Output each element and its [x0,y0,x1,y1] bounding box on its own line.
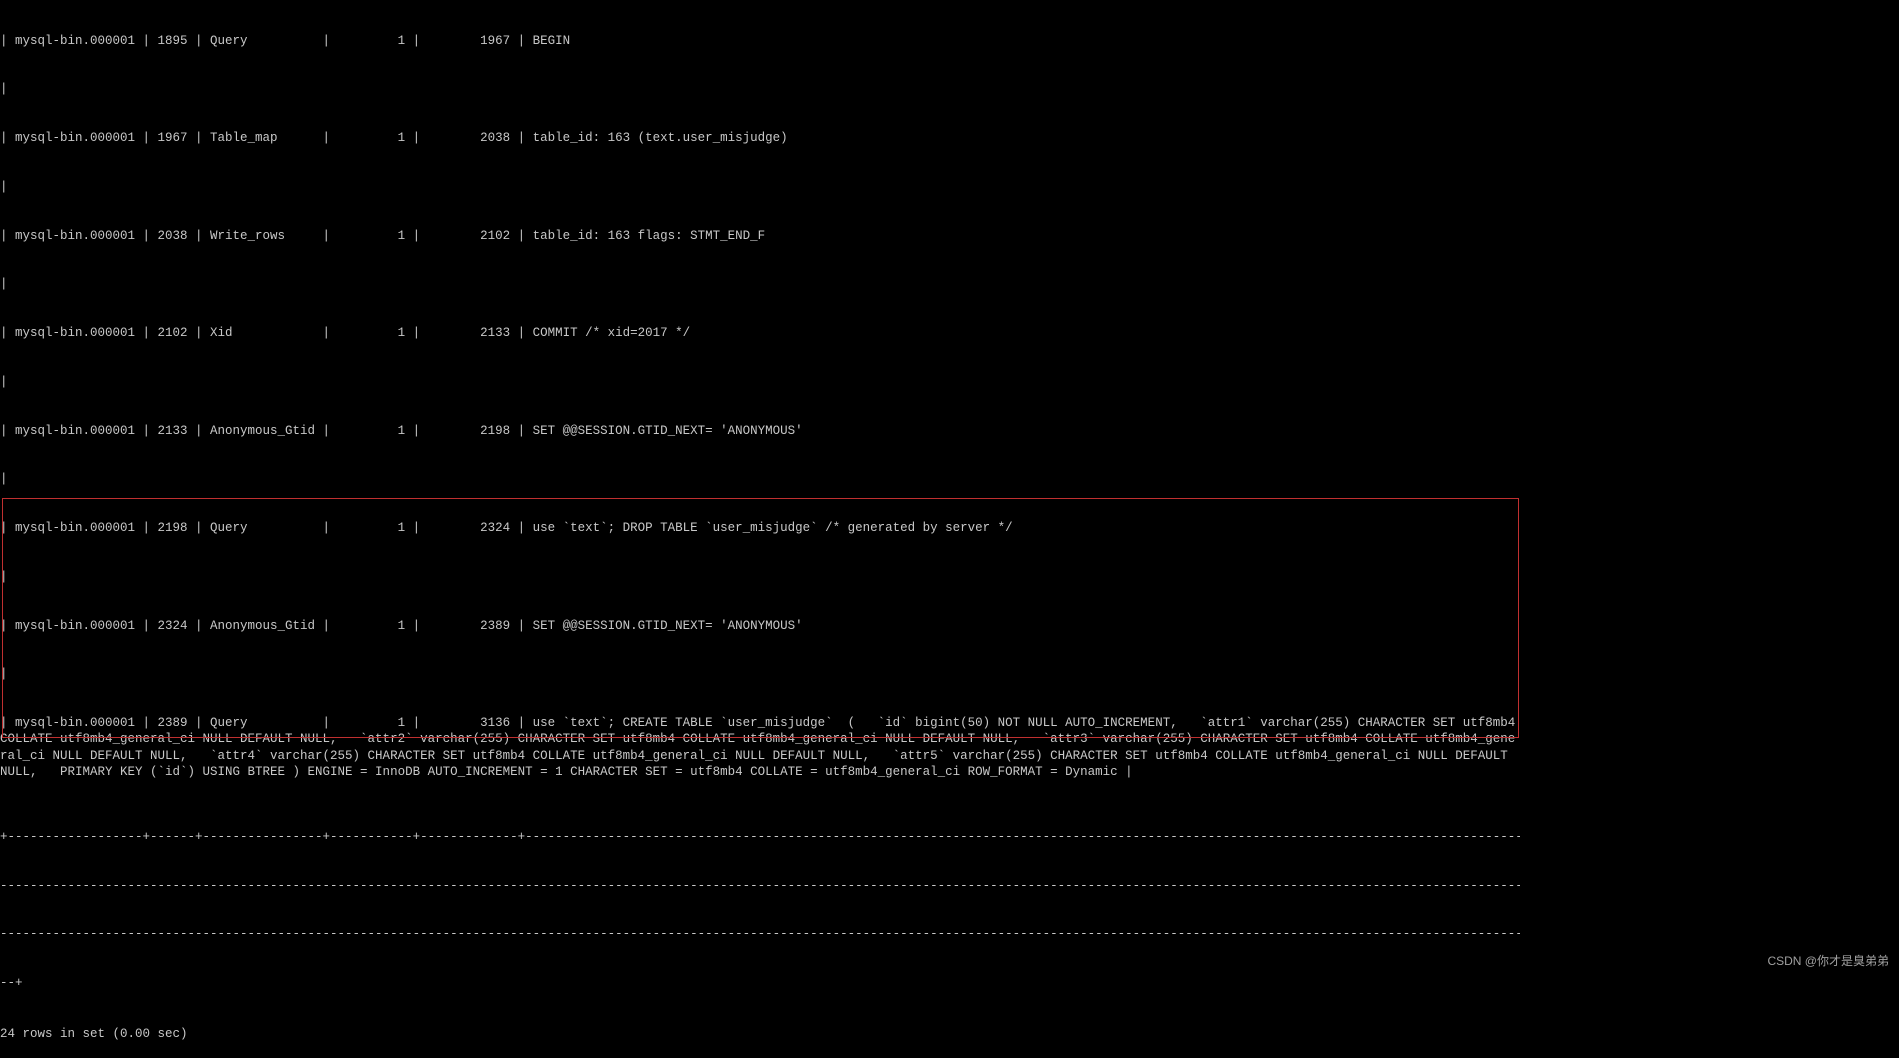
separator-line: ----------------------------------------… [0,878,1520,894]
binlog-row: | mysql-bin.000001 | 2324 | Anonymous_Gt… [0,618,1899,634]
row-pipe: | [0,374,1899,390]
binlog-row: | mysql-bin.000001 | 1967 | Table_map | … [0,130,1899,146]
row-pipe: | [0,666,1899,682]
terminal-output: | mysql-bin.000001 | 1895 | Query | 1 | … [0,0,1899,1058]
row-pipe: | [0,471,1899,487]
result-summary: 24 rows in set (0.00 sec) [0,1026,1899,1042]
binlog-row: | mysql-bin.000001 | 2133 | Anonymous_Gt… [0,423,1899,439]
separator-line: +------------------+------+-------------… [0,829,1520,845]
row-pipe: | [0,179,1899,195]
separator-line: ----------------------------------------… [0,926,1520,942]
row-pipe: | [0,276,1899,292]
row-pipe: | [0,81,1899,97]
binlog-row: | mysql-bin.000001 | 1895 | Query | 1 | … [0,33,1899,49]
binlog-row: | mysql-bin.000001 | 2102 | Xid | 1 | 21… [0,325,1899,341]
binlog-row: | mysql-bin.000001 | 2038 | Write_rows |… [0,228,1899,244]
row-pipe: | [0,569,1899,585]
binlog-row: | mysql-bin.000001 | 2198 | Query | 1 | … [0,520,1899,536]
separator-line: --+ [0,975,1520,991]
binlog-row-create: | mysql-bin.000001 | 2389 | Query | 1 | … [0,715,1520,780]
watermark-text: CSDN @你才是臭弟弟 [1767,954,1889,970]
